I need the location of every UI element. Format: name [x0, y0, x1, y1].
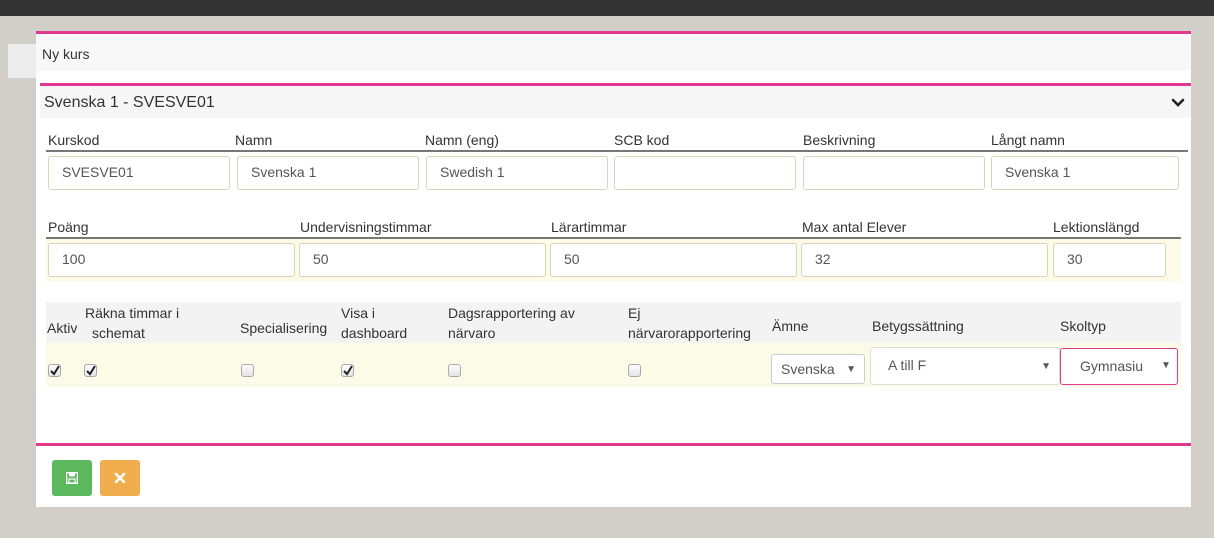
label-kurskod: Kurskod [48, 132, 100, 148]
dagsrapportering-checkbox[interactable] [448, 364, 461, 377]
header-amne: Ämne [772, 318, 809, 334]
header-skoltyp: Skoltyp [1060, 318, 1106, 334]
label-scb-kod: SCB kod [614, 132, 670, 148]
skoltyp-select[interactable]: Gymnasiu ▼ [1060, 348, 1178, 385]
course-panel-header[interactable]: Svenska 1 - SVESVE01 [40, 83, 1191, 118]
amne-value: Svenska [781, 361, 835, 377]
background-strip [8, 44, 36, 78]
dropdown-arrow-icon: ▼ [1155, 360, 1177, 376]
betygssattning-select[interactable]: A till F ▼ [870, 347, 1060, 385]
label-larartimmar: Lärartimmar [551, 219, 627, 235]
footer-divider [36, 443, 1191, 446]
row1-header: Kurskod Namn Namn (eng) SCB kod Beskrivn… [46, 130, 1188, 152]
new-course-modal: Ny kurs Svenska 1 - SVESVE01 Kurskod Nam… [36, 31, 1191, 507]
ej-narvaro-checkbox[interactable] [628, 364, 641, 377]
floppy-disk-icon [66, 472, 78, 484]
skoltyp-value: Gymnasiu [1080, 358, 1144, 374]
label-namn-eng: Namn (eng) [425, 132, 499, 148]
larartimmar-input[interactable]: 50 [550, 243, 797, 277]
top-bar [0, 0, 1214, 16]
dropdown-arrow-icon: ▼ [846, 364, 856, 375]
namn-eng-input[interactable]: Swedish 1 [426, 156, 608, 190]
header-aktiv: Aktiv [47, 320, 78, 336]
label-langt-namn: Långt namn [991, 132, 1065, 148]
row2-header: Poäng Undervisningstimmar Lärartimmar Ma… [46, 217, 1181, 239]
cancel-button[interactable] [100, 460, 140, 496]
aktiv-checkbox[interactable] [48, 364, 61, 377]
header-ej-line2: närvarorapportering [628, 325, 751, 341]
langt-namn-input[interactable]: Svenska 1 [991, 156, 1179, 190]
label-undervisningstimmar: Undervisningstimmar [300, 219, 432, 235]
close-icon [114, 472, 126, 484]
check-icon [86, 365, 96, 376]
lektionslangd-input[interactable]: 30 [1053, 243, 1166, 277]
label-beskrivning: Beskrivning [803, 132, 876, 148]
header-rakna-line1: Räkna timmar i [85, 305, 180, 321]
panel-title: Svenska 1 - SVESVE01 [44, 94, 215, 111]
kurskod-input[interactable]: SVESVE01 [48, 156, 230, 190]
check-icon [343, 365, 353, 376]
row3-header [46, 302, 1181, 343]
undervisningstimmar-input[interactable]: 50 [299, 243, 546, 277]
specialisering-checkbox[interactable] [241, 364, 254, 377]
label-max-antal-elever: Max antal Elever [802, 219, 907, 235]
amne-select[interactable]: Svenska ▼ [771, 354, 865, 384]
header-visa-line2: dashboard [341, 325, 408, 341]
label-lektionslangd: Lektionslängd [1053, 219, 1140, 235]
header-visa-line1: Visa i [341, 305, 375, 321]
header-rakna-line2: schemat [92, 325, 145, 341]
check-icon [50, 365, 60, 376]
visa-dashboard-checkbox[interactable] [341, 364, 354, 377]
header-dags-line1: Dagsrapportering av [448, 305, 575, 321]
header-dags-line2: närvaro [448, 325, 496, 341]
modal-header [36, 34, 1191, 71]
save-button[interactable] [52, 460, 92, 496]
header-specialisering: Specialisering [240, 320, 328, 336]
header-betygssattning: Betygssättning [872, 318, 964, 334]
rakna-timmar-checkbox[interactable] [84, 364, 97, 377]
poang-input[interactable]: 100 [48, 243, 295, 277]
label-poang: Poäng [48, 219, 89, 235]
namn-input[interactable]: Svenska 1 [237, 156, 419, 190]
chevron-down-icon[interactable] [1171, 96, 1185, 110]
header-ej-line1: Ej [628, 305, 641, 321]
max-antal-elever-input[interactable]: 32 [801, 243, 1048, 277]
dropdown-arrow-icon: ▼ [1041, 361, 1051, 372]
modal-title: Ny kurs [42, 46, 90, 62]
beskrivning-input[interactable] [803, 156, 985, 190]
betyg-value: A till F [888, 357, 927, 373]
scb-kod-input[interactable] [614, 156, 796, 190]
label-namn: Namn [235, 132, 273, 148]
